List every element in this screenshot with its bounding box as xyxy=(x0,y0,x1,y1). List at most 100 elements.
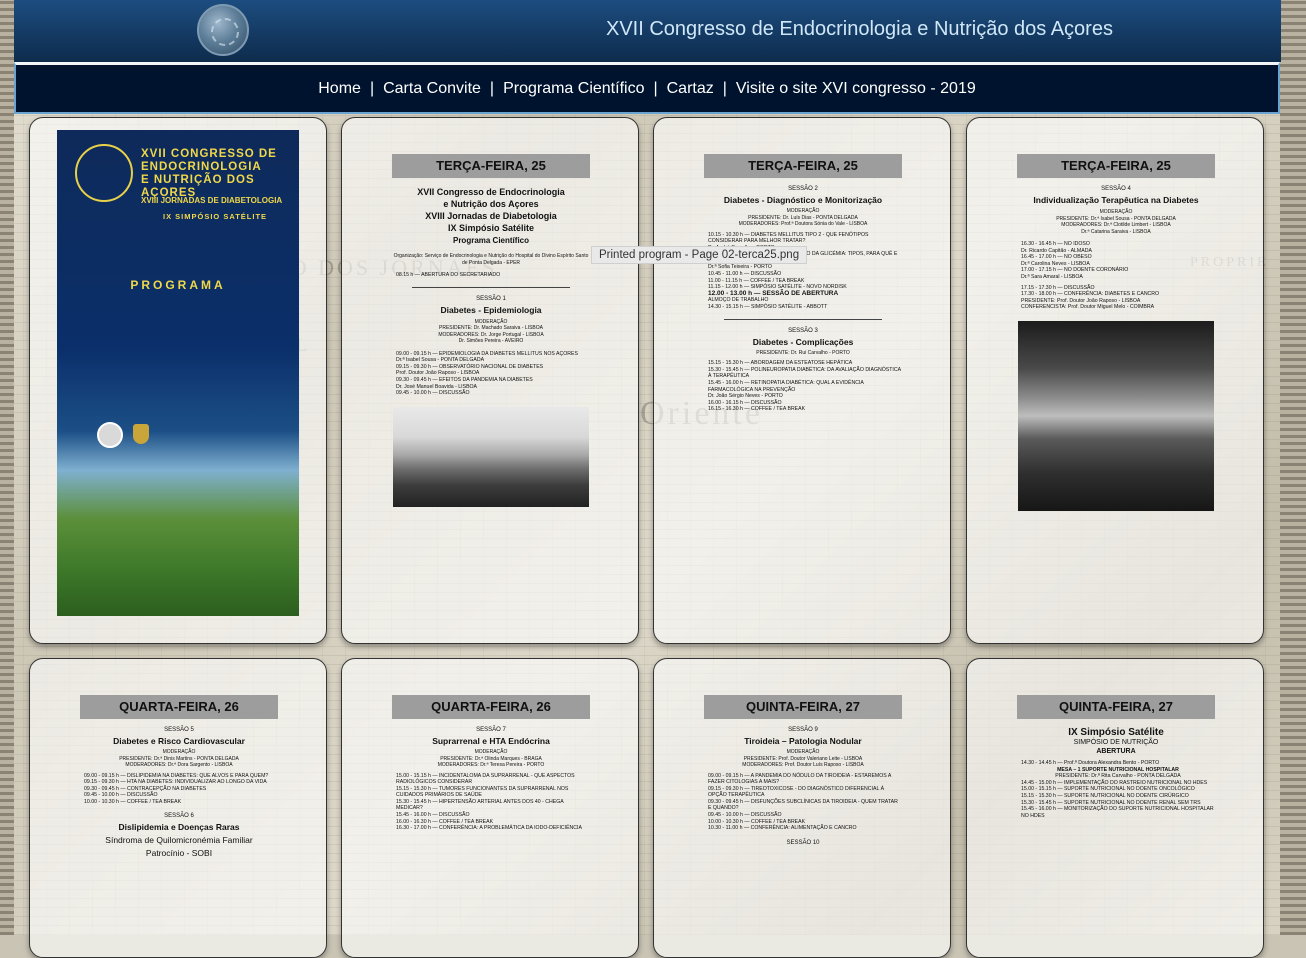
landscape-photo xyxy=(1018,320,1214,511)
nav-separator: | xyxy=(653,79,658,97)
nav-separator: | xyxy=(489,79,495,97)
schedule-line: 09.30 - 09.45 h — EFEITOS DA PANDEMIA NA… xyxy=(396,376,533,383)
schedule-line: 17.30 - 18.00 h — CONFERÊNCIA: DIABETES … xyxy=(1021,291,1160,298)
nav-cartaz[interactable]: Cartaz xyxy=(667,80,714,98)
day-heading: TERÇA-FEIRA, 25 xyxy=(1017,154,1215,178)
program-page-card-quinta-2[interactable]: QUINTA-FEIRA, 27 IX Simpósio Satélite SI… xyxy=(966,658,1264,958)
cover-title: XVII CONGRESSO DE ENDOCRINOLOGIA E NUTRI… xyxy=(141,148,291,200)
session-title: Diabetes e Risco Cardiovascular xyxy=(113,736,245,746)
congress-seal-icon xyxy=(75,144,133,202)
session-number: SESSÃO 7 xyxy=(476,727,506,733)
schedule-line: 09.15 - 09.30 h — TIREOTOXICOSE - DO DIA… xyxy=(708,785,885,799)
schedule-line: 09.45 - 10.00 h — DISCUSSÃO xyxy=(396,390,470,397)
schedule-line: Dr.ª Isabel Sousa - PONTA DELGADA xyxy=(396,357,485,364)
session-number: SESSÃO 10 xyxy=(786,839,820,846)
nav-carta-convite[interactable]: Carta Convite xyxy=(383,80,481,98)
nav-xvi-congress-site[interactable]: Visite o site XVI congresso - 2019 xyxy=(736,80,976,98)
session-moderators: MODERADORES: Prof. Doutor Luís Raposo - … xyxy=(742,762,864,768)
session-number: SESSÃO 2 xyxy=(788,186,818,192)
intro-line: IX Simpósio Satélite xyxy=(447,223,535,233)
session-number: SESSÃO 6 xyxy=(164,813,194,820)
session-moderators: MODERADORES: Dr.ª Dora Sargento - LISBOA xyxy=(125,762,233,768)
day-heading: QUINTA-FEIRA, 27 xyxy=(1017,695,1215,719)
schedule-line: Dr. João Sérgio Neves - PORTO xyxy=(708,393,783,400)
program-page-card-terca-1[interactable]: TERÇA-FEIRA, 25 XVII Congresso de Endocr… xyxy=(341,117,639,644)
program-page-card-quarta-1[interactable]: QUARTA-FEIRA, 26 SESSÃO 5 Diabetes e Ris… xyxy=(29,658,327,958)
schedule-line: Dr. Ricardo Capitão - ALMADA xyxy=(1021,247,1092,254)
nav-home[interactable]: Home xyxy=(318,80,361,98)
congress-logo[interactable] xyxy=(197,4,249,56)
session-title: Diabetes - Epidemiologia xyxy=(440,304,542,315)
landscape-photo xyxy=(393,406,589,507)
session-title: Tiroideia – Patologia Nodular xyxy=(744,736,862,746)
schedule-line: 17.00 - 17.15 h — NO DOENTE CORONÁRIO xyxy=(1021,267,1129,274)
schedule-line: 10.00 - 10.30 h — COFFEE / TEA BREAK xyxy=(84,798,182,805)
cover-subtitle-2: IX SIMPÓSIO SATÉLITE xyxy=(163,212,268,221)
site-title: XVII Congresso de Endocrinologia e Nutri… xyxy=(606,18,1113,40)
schedule-line: 15.15 - 15.30 h — TUMORES FUNCIONANTES D… xyxy=(396,785,569,799)
schedule-line: 16.30 - 17.00 h — CONFERÊNCIA: A PROBLEM… xyxy=(396,825,582,832)
schedule-line: 10.45 - 11.00 h — DISCUSSÃO xyxy=(708,271,782,278)
schedule-line: 09.30 - 09.45 h — DISFUNÇÕES SUBCLÍNICAS… xyxy=(708,798,898,812)
schedule-line: 09.15 - 09.30 h — OBSERVATÓRIO NACIONAL … xyxy=(396,363,544,370)
schedule-line: 16.15 - 16.30 h — COFFEE / TEA BREAK xyxy=(708,406,806,413)
divider xyxy=(412,286,570,288)
program-page: QUINTA-FEIRA, 27 IX Simpósio Satélite SI… xyxy=(1017,659,1215,819)
cover-program-label: PROGRAMA xyxy=(130,278,226,292)
schedule-line: 16.00 - 16.15 h — DISCUSSÃO xyxy=(708,399,782,406)
session-number: SESSÃO 3 xyxy=(788,327,818,334)
schedule-line: 15.15 - 15.30 h — ABORDAGEM DA ESTEATOSE… xyxy=(708,360,853,367)
intro-line: XVII Congresso de Endocrinologia xyxy=(417,187,565,197)
divider xyxy=(724,318,882,320)
congress-intro: XVII Congresso de Endocrinologia e Nutri… xyxy=(392,186,590,234)
session-title: Dislipidemia e Doenças Raras xyxy=(118,822,240,833)
session-number: SESSÃO 1 xyxy=(476,295,506,302)
program-page: TERÇA-FEIRA, 25 SESSÃO 4 Individualizaçã… xyxy=(1017,118,1215,511)
session-moderators: MODERADORES: Prof.ª Doutora Sónia do Val… xyxy=(738,221,868,227)
organization-line: Organização: Serviço de Endocrinologia e… xyxy=(393,253,589,266)
program-page: QUARTA-FEIRA, 26 SESSÃO 7 Suprarrenal e … xyxy=(392,659,590,832)
program-page-card-quinta-1[interactable]: QUINTA-FEIRA, 27 SESSÃO 9 Tiroideia – Pa… xyxy=(653,658,951,958)
schedule-line: 12.00 - 13.00 h — SESSÃO DE ABERTURA xyxy=(708,289,839,297)
program-subtitle: Programa Científico xyxy=(452,236,529,245)
main-navigation: Home | Carta Convite | Programa Científi… xyxy=(14,62,1280,114)
day-heading: QUINTA-FEIRA, 27 xyxy=(704,695,902,719)
schedule-line: 09.00 - 09.15 h — EPIDEMIOLOGIA DA DIABE… xyxy=(396,350,578,357)
program-page: QUINTA-FEIRA, 27 SESSÃO 9 Tiroideia – Pa… xyxy=(704,659,902,846)
cover-title-line: XVII CONGRESSO DE xyxy=(141,148,277,160)
day-heading: QUARTA-FEIRA, 26 xyxy=(80,695,278,719)
session-title: IX Simpósio Satélite xyxy=(1068,727,1164,738)
hospital-emblem-icon xyxy=(97,422,123,448)
schedule-line: 15.45 - 16.00 h — MONITORIZAÇÃO DO SUPOR… xyxy=(1021,806,1214,819)
cover-subtitle: XVIII JORNADAS DE DIABETOLOGIA xyxy=(141,196,283,205)
schedule-line: 09.45 - 10.00 h — DISCUSSÃO xyxy=(708,812,782,819)
nav-separator: | xyxy=(369,79,375,97)
schedule-line: 15.15 - 15.30 h — SUPORTE NUTRICIONAL NO… xyxy=(1021,792,1189,799)
schedule-line: 15.00 - 15.15 h — SUPORTE NUTRICIONAL NO… xyxy=(1021,786,1195,793)
session-title: Diabetes - Complicações xyxy=(752,336,854,347)
program-cover-image: XVII CONGRESSO DE ENDOCRINOLOGIA E NUTRI… xyxy=(57,130,299,616)
schedule-line: 14.30 - 15.15 h — SIMPÓSIO SATÉLITE - AB… xyxy=(708,304,828,311)
schedule-line: 10.15 - 10.30 h — DIABETES MELLITUS TIPO… xyxy=(708,231,869,245)
program-page-card-cover[interactable]: XVII CONGRESSO DE ENDOCRINOLOGIA E NUTRI… xyxy=(29,117,327,644)
schedule-line: PRESIDENTE: Dr.ª Rita Carvalho - PONTA D… xyxy=(1055,773,1181,780)
session-title: Diabetes - Diagnóstico e Monitorização xyxy=(723,195,883,205)
schedule-line: 09.00 - 09.15 h — A PANDEMIA DO NÓDULO D… xyxy=(708,772,892,786)
session-number: SESSÃO 9 xyxy=(788,727,818,733)
program-page-card-quarta-2[interactable]: QUARTA-FEIRA, 26 SESSÃO 7 Suprarrenal e … xyxy=(341,658,639,958)
schedule-line: 16.30 - 16.45 h — NO IDOSO xyxy=(1021,241,1090,247)
program-page: TERÇA-FEIRA, 25 XVII Congresso de Endocr… xyxy=(392,118,590,507)
schedule-line: Dr.ª Sara Amaral - LISBOA xyxy=(1021,273,1083,280)
schedule-line: 15.30 - 15.45 h — HIPERTENSÃO ARTERIAL A… xyxy=(396,798,564,812)
nav-programa-cientifico[interactable]: Programa Científico xyxy=(503,80,644,98)
program-page-card-terca-3[interactable]: TERÇA-FEIRA, 25 SESSÃO 4 Individualizaçã… xyxy=(966,117,1264,644)
program-page-card-terca-2[interactable]: TERÇA-FEIRA, 25 SESSÃO 2 Diabetes - Diag… xyxy=(653,117,951,644)
session-moderators: Dr. Simões Pereira - AVEIRO xyxy=(458,338,524,345)
session-president: PRESIDENTE: Dr. Rui Carvalho - PORTO xyxy=(756,349,850,356)
session-title: Suprarrenal e HTA Endócrina xyxy=(432,736,550,746)
day-heading: TERÇA-FEIRA, 25 xyxy=(704,154,902,178)
session-number: SESSÃO 5 xyxy=(164,727,194,733)
schedule-line: Prof. Doutor João Raposo - LISBOA xyxy=(396,370,480,377)
nav-separator: | xyxy=(722,79,727,97)
image-tooltip: Printed program - Page 02-terca25.png xyxy=(591,246,808,264)
